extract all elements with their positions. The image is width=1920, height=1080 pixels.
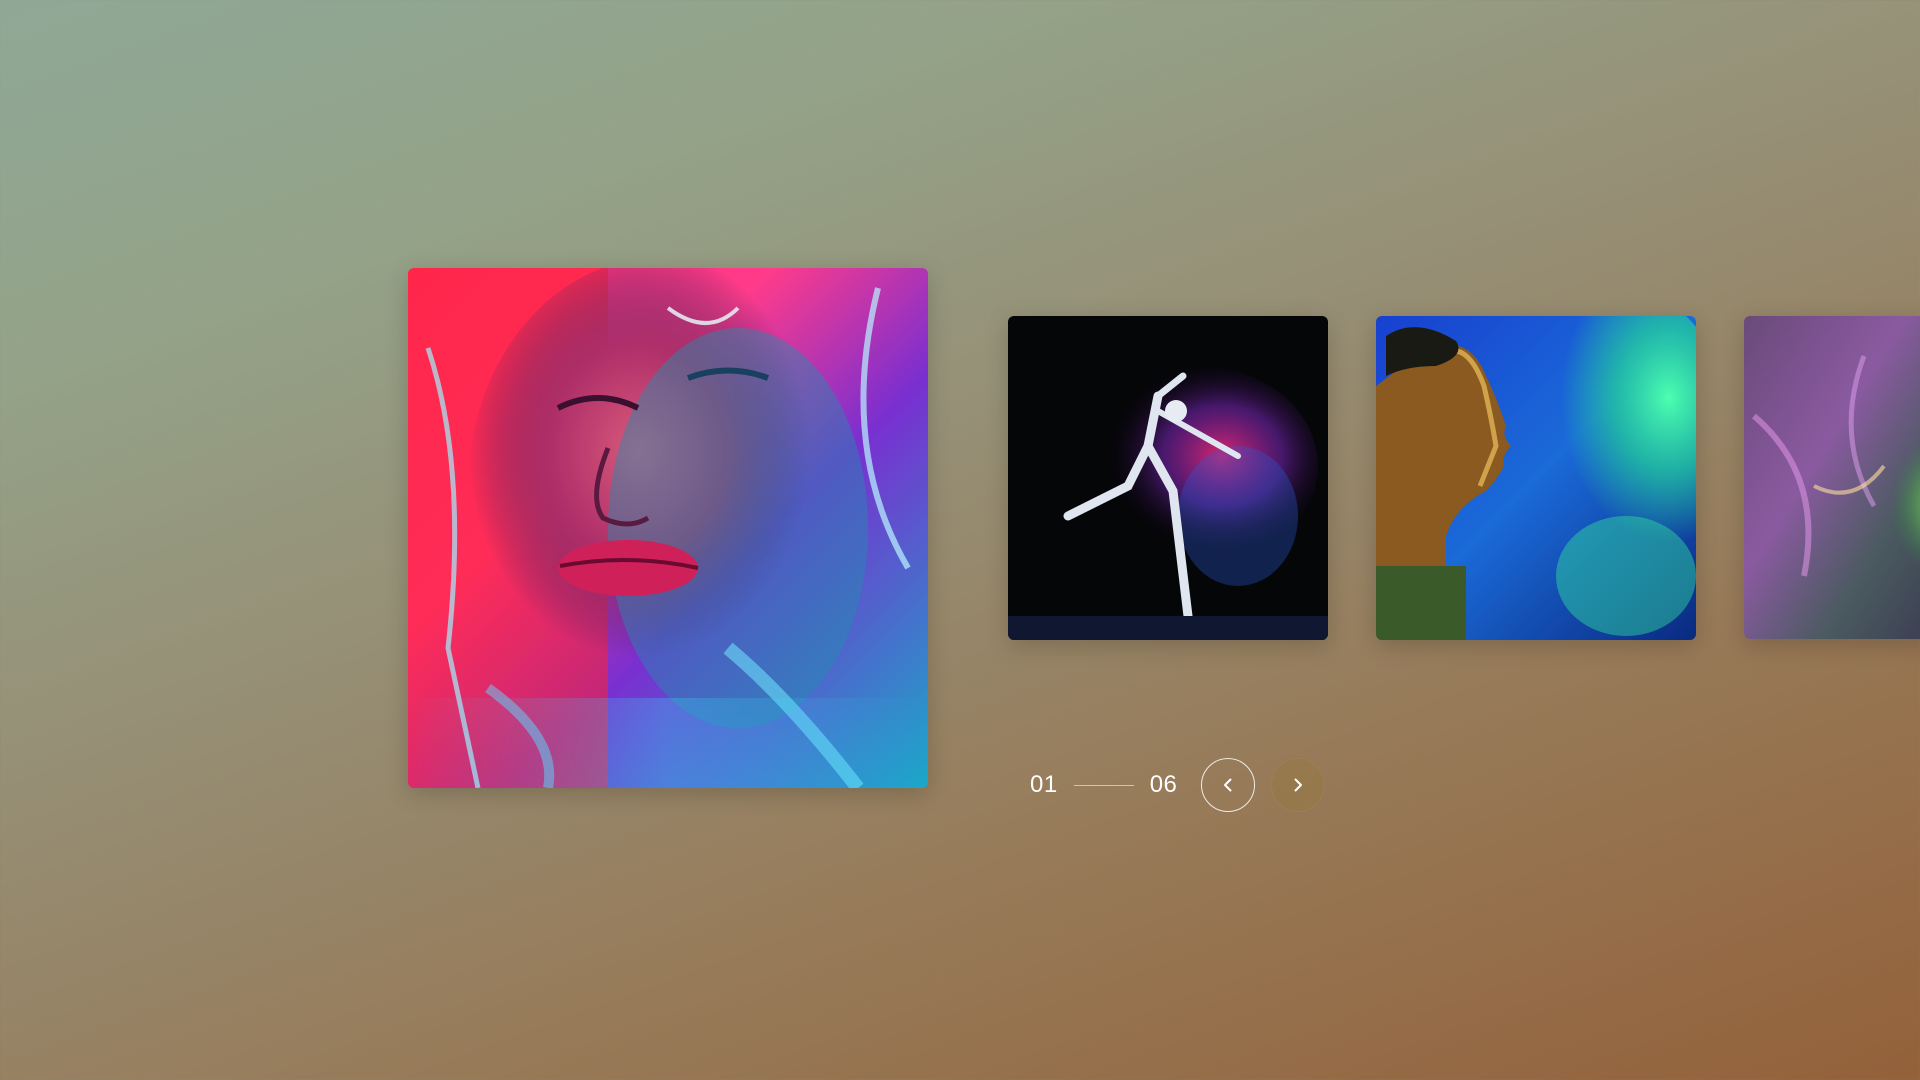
portrait-woman-image <box>408 268 928 788</box>
man-profile-image <box>1376 316 1696 640</box>
pager-divider <box>1073 784 1134 786</box>
total-slides-number: 06 <box>1149 771 1178 798</box>
chevron-left-icon <box>1224 778 1232 792</box>
carousel-slide-main-image[interactable] <box>408 268 928 788</box>
carousel-pager: 01 06 <box>1030 758 1326 812</box>
abstract-texture-image <box>1744 316 1920 639</box>
carousel-slide-3-image[interactable] <box>1376 316 1696 640</box>
dancer-image <box>1008 316 1328 640</box>
next-slide-button[interactable] <box>1271 758 1326 812</box>
carousel-slide-2-image[interactable] <box>1008 316 1328 640</box>
previous-slide-button[interactable] <box>1201 758 1256 812</box>
carousel: 01 06 <box>0 0 1920 1080</box>
current-slide-number: 01 <box>1030 771 1058 798</box>
chevron-right-icon <box>1294 778 1303 792</box>
carousel-slide-4-image[interactable] <box>1744 316 1920 639</box>
